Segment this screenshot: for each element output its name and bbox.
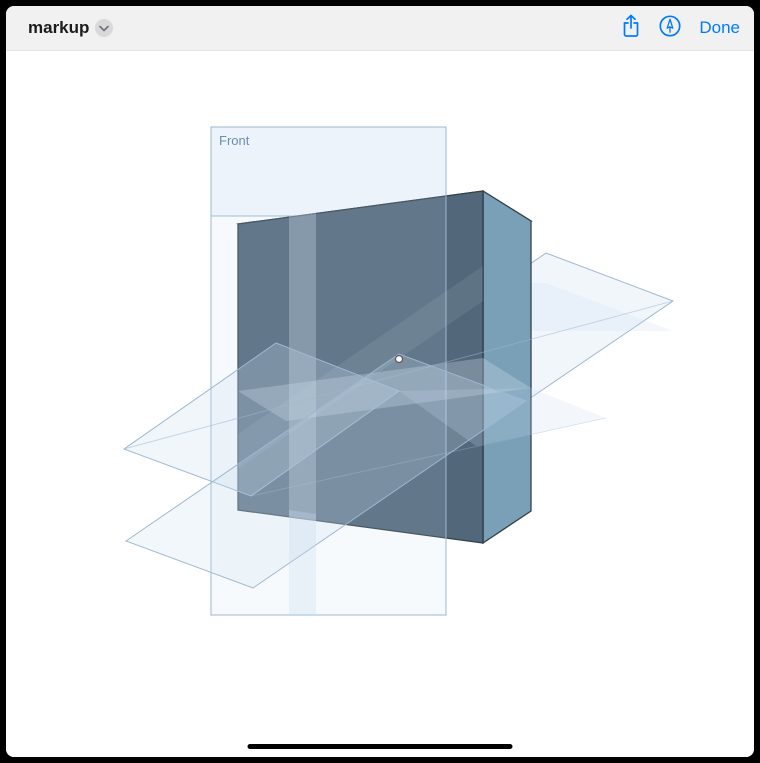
origin-marker[interactable] (396, 356, 403, 363)
share-button[interactable] (621, 14, 641, 43)
document-title: markup (28, 18, 89, 38)
viewport-canvas[interactable]: Front (6, 51, 754, 757)
app-frame: markup (6, 6, 754, 757)
title-dropdown[interactable]: markup (28, 18, 113, 38)
annotate-pen-icon (659, 15, 681, 42)
toolbar: markup (6, 6, 754, 51)
done-button[interactable]: Done (699, 18, 740, 38)
home-indicator[interactable] (248, 744, 513, 749)
share-icon (621, 14, 641, 43)
chevron-down-icon (95, 19, 113, 37)
plane-label-front: Front (219, 133, 249, 148)
annotate-button[interactable] (659, 15, 681, 42)
